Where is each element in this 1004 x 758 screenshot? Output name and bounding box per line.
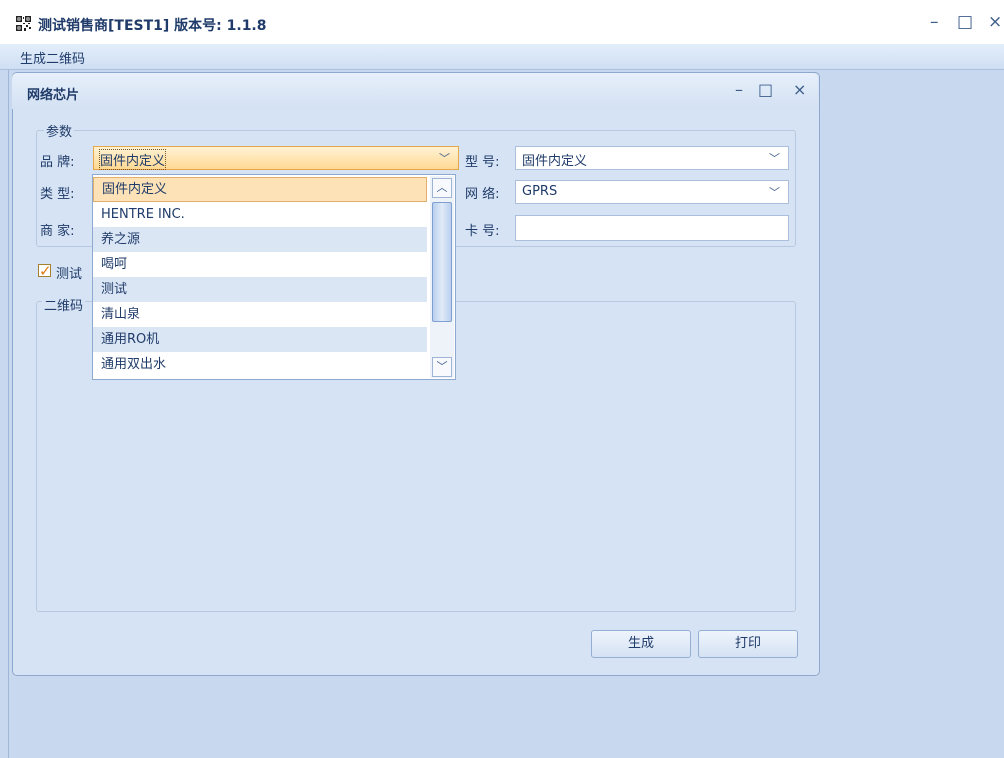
dropdown-option[interactable]: 通用双出水 [93, 352, 427, 377]
scroll-thumb[interactable] [432, 202, 452, 322]
mdi-border [8, 70, 9, 758]
brand-dropdown-list: 固件内定义 HENTRE INC. 养之源 喝呵 测试 清山泉 通用RO机 通用… [92, 174, 456, 380]
child-title-bar [12, 73, 818, 109]
close-icon[interactable]: × [988, 14, 1002, 31]
qr-code-icon [16, 16, 31, 31]
child-window-title: 网络芯片 [27, 88, 80, 103]
card-label: 卡 号: [465, 224, 500, 239]
dropdown-option[interactable]: 清山泉 [93, 302, 427, 327]
dropdown-option[interactable]: 通用RO机 [93, 327, 427, 352]
chevron-down-icon[interactable]: ﹀ [769, 150, 780, 166]
dropdown-scrollbar[interactable]: ︿ ﹀ [430, 176, 454, 378]
scroll-down-icon[interactable]: ﹀ [432, 357, 452, 377]
dropdown-option[interactable]: 养之源 [93, 227, 427, 252]
params-group-label: 参数 [44, 121, 75, 140]
brand-label: 品 牌: [40, 155, 75, 170]
dropdown-option[interactable]: HENTRE INC. [93, 202, 427, 227]
checkmark-icon: ✓ [39, 262, 52, 280]
model-combo[interactable]: 固件内定义 ﹀ [515, 146, 789, 170]
card-number-input[interactable] [515, 215, 789, 241]
menu-item-generate-qr[interactable]: 生成二维码 [20, 48, 85, 67]
test-checkbox[interactable]: ✓ [38, 262, 52, 280]
type-label: 类 型: [40, 187, 75, 202]
brand-combo[interactable]: 固件内定义 ﹀ [93, 146, 459, 170]
child-close-icon[interactable]: × [793, 82, 806, 98]
app-title: 测试销售商[TEST1] 版本号: 1.1.8 [38, 18, 267, 34]
child-minimize-icon[interactable]: – [735, 82, 743, 98]
network-combo[interactable]: GPRS ﹀ [515, 180, 789, 204]
generate-button[interactable]: 生成 [591, 630, 691, 658]
minimize-icon[interactable]: – [930, 14, 939, 31]
dropdown-option[interactable]: 固件内定义 [93, 177, 427, 202]
scroll-up-icon[interactable]: ︿ [432, 178, 452, 198]
chevron-down-icon[interactable]: ﹀ [769, 184, 780, 200]
model-combo-value: 固件内定义 [522, 154, 588, 169]
brand-combo-value: 固件内定义 [98, 149, 167, 170]
print-button[interactable]: 打印 [698, 630, 798, 658]
network-label: 网 络: [465, 187, 500, 202]
maximize-icon[interactable]: □ [957, 14, 973, 31]
model-label: 型 号: [465, 155, 500, 170]
chevron-down-icon[interactable]: ﹀ [439, 150, 450, 166]
test-checkbox-label[interactable]: 测试 [56, 263, 82, 282]
menu-bar: 生成二维码 [0, 44, 1004, 70]
network-combo-value: GPRS [522, 184, 558, 199]
dropdown-option[interactable]: 喝呵 [93, 252, 427, 277]
merchant-label: 商 家: [40, 224, 75, 239]
child-maximize-icon[interactable]: □ [758, 82, 773, 98]
dropdown-option[interactable]: 测试 [93, 277, 427, 302]
qr-code-group-label: 二维码 [42, 295, 86, 314]
